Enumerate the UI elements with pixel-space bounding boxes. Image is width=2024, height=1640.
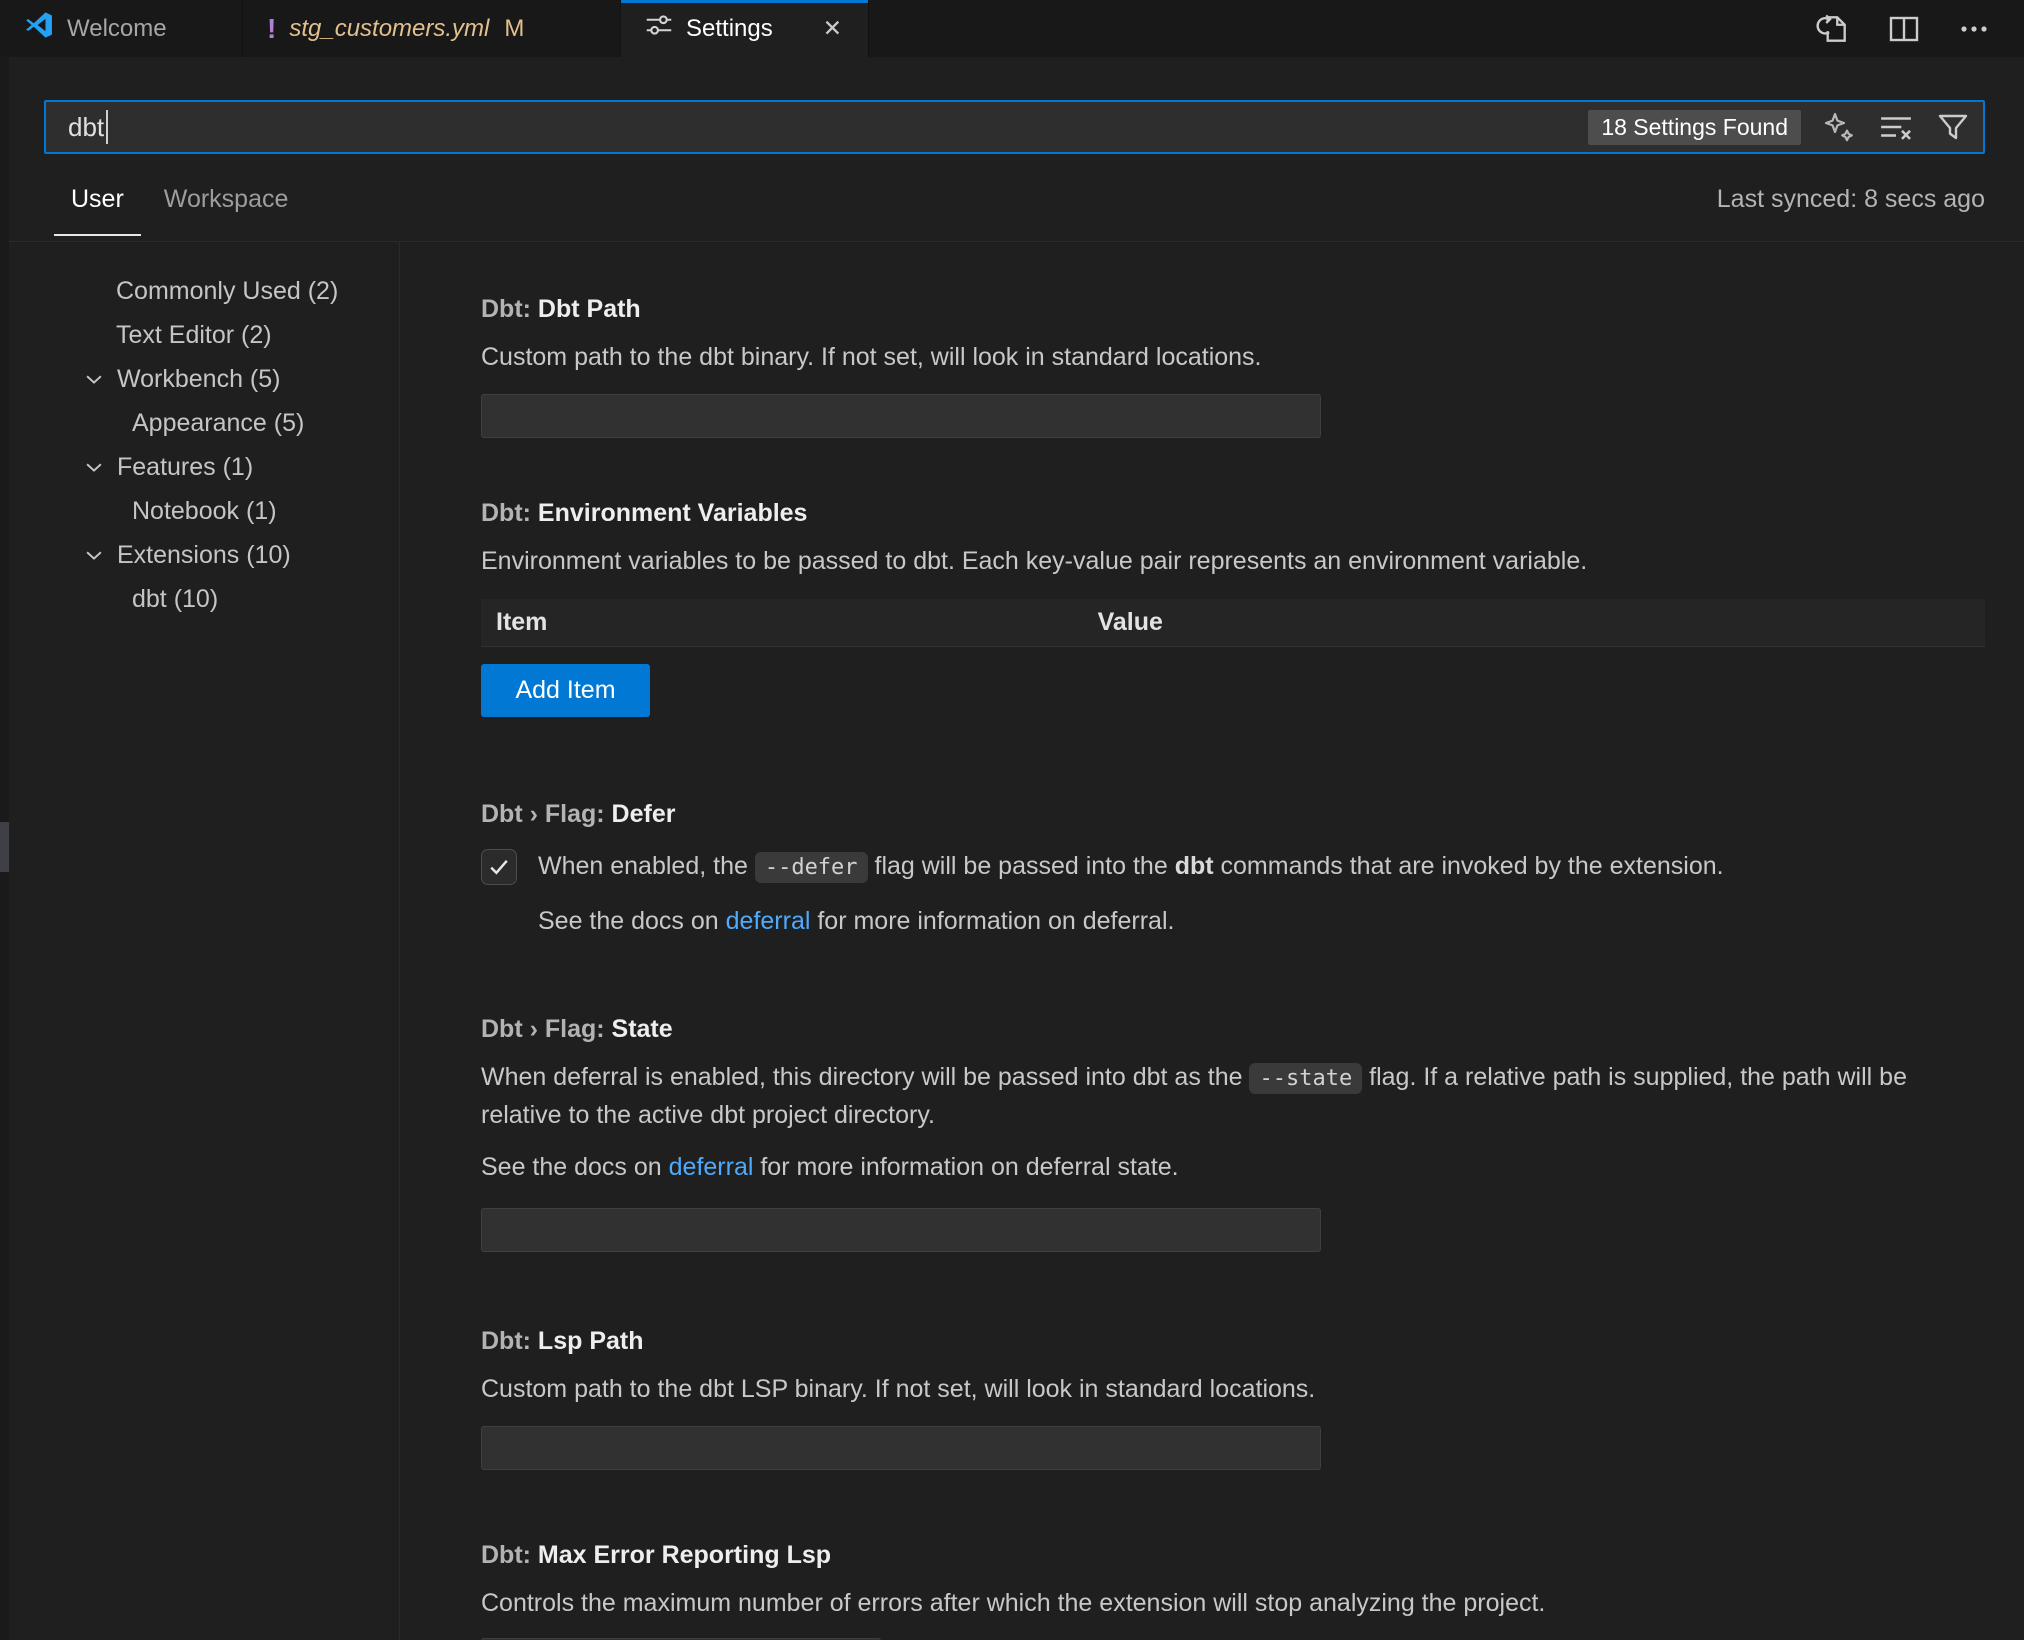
settings-body: Commonly Used (2) Text Editor (2) Workbe… [0, 241, 2024, 1640]
state-path-input[interactable] [481, 1208, 1321, 1252]
state-flag-code: --state [1249, 1063, 1362, 1094]
chevron-down-icon[interactable] [83, 456, 105, 478]
settings-toc: Commonly Used (2) Text Editor (2) Workbe… [0, 242, 400, 1640]
column-header-item: Item [481, 608, 1083, 637]
setting-description: Controls the maximum number of errors af… [481, 1585, 1985, 1622]
tab-settings[interactable]: Settings ✕ [621, 0, 869, 57]
setting-title: Dbt › Flag: Defer [481, 797, 1985, 831]
chevron-down-icon[interactable] [83, 368, 105, 390]
split-editor-icon[interactable] [1886, 11, 1922, 47]
setting-description: When deferral is enabled, this directory… [481, 1059, 1985, 1134]
setting-max-error-reporting-lsp: Dbt: Max Error Reporting Lsp Controls th… [481, 1538, 1985, 1640]
chevron-down-icon[interactable] [83, 544, 105, 566]
deferral-docs-link[interactable]: deferral [669, 1153, 754, 1181]
docs-note: See the docs on deferral for more inform… [538, 903, 1985, 940]
more-actions-icon[interactable] [1956, 11, 1992, 47]
tab-label: Settings [686, 15, 773, 43]
setting-environment-variables: Dbt: Environment Variables Environment v… [481, 496, 1985, 717]
add-item-button[interactable]: Add Item [481, 664, 650, 717]
vscode-logo-icon [24, 10, 54, 47]
setting-title: Dbt: Dbt Path [481, 292, 1985, 326]
setting-description: Environment variables to be passed to db… [481, 543, 1985, 580]
column-header-value: Value [1083, 608, 1985, 637]
setting-dbt-path: Dbt: Dbt Path Custom path to the dbt bin… [481, 292, 1985, 438]
left-scrollbar-gutter [0, 57, 9, 1640]
setting-title: Dbt: Max Error Reporting Lsp [481, 1538, 1985, 1572]
close-tab-icon[interactable]: ✕ [821, 15, 844, 42]
setting-description: Custom path to the dbt binary. If not se… [481, 339, 1985, 376]
git-modified-badge: M [504, 15, 524, 43]
env-vars-table: Item Value [481, 599, 1985, 647]
setting-description: Custom path to the dbt LSP binary. If no… [481, 1371, 1985, 1408]
toc-item-text-editor[interactable]: Text Editor (2) [0, 313, 399, 357]
search-query-text: dbt [68, 112, 104, 143]
tab-stg-customers-yml[interactable]: ! stg_customers.yml M [243, 0, 621, 57]
tab-label: stg_customers.yml [289, 15, 489, 43]
settings-search-input[interactable]: dbt 18 Settings Found [44, 100, 1985, 154]
toc-item-features[interactable]: Features (1) [0, 445, 399, 489]
settings-scope-row: User Workspace Last synced: 8 secs ago [44, 158, 1985, 240]
setting-title: Dbt: Lsp Path [481, 1324, 1985, 1358]
editor-actions [1814, 0, 2024, 57]
setting-description: When enabled, the --defer flag will be p… [538, 846, 1724, 888]
settings-sliders-icon [645, 11, 673, 46]
yaml-file-icon: ! [267, 13, 276, 45]
toc-item-extensions[interactable]: Extensions (10) [0, 533, 399, 577]
toc-item-workbench[interactable]: Workbench (5) [0, 357, 399, 401]
defer-flag-code: --defer [755, 852, 868, 883]
toc-item-notebook[interactable]: Notebook (1) [0, 489, 399, 533]
docs-note: See the docs on deferral for more inform… [481, 1149, 1985, 1186]
editor-tab-bar: Welcome ! stg_customers.yml M Settings ✕ [0, 0, 2024, 57]
setting-flag-defer: Dbt › Flag: Defer When enabled, the --de… [481, 797, 1985, 940]
toc-item-commonly-used[interactable]: Commonly Used (2) [0, 269, 399, 313]
search-controls: 18 Settings Found [1588, 108, 1971, 146]
scope-tab-user[interactable]: User [71, 158, 124, 240]
results-count-badge: 18 Settings Found [1588, 110, 1801, 145]
clear-search-filters-icon[interactable] [1877, 108, 1915, 146]
open-changes-icon[interactable] [1814, 10, 1852, 48]
defer-checkbox-checked[interactable] [481, 849, 517, 885]
last-synced-status: Last synced: 8 secs ago [1717, 185, 1985, 214]
lsp-path-input[interactable] [481, 1426, 1321, 1470]
setting-lsp-path: Dbt: Lsp Path Custom path to the dbt LSP… [481, 1324, 1985, 1470]
env-vars-table-header: Item Value [481, 599, 1985, 647]
filter-funnel-icon[interactable] [1935, 109, 1971, 145]
toc-item-appearance[interactable]: Appearance (5) [0, 401, 399, 445]
scrollbar-thumb[interactable] [0, 822, 9, 872]
scope-tab-workspace[interactable]: Workspace [164, 158, 289, 240]
setting-title: Dbt: Environment Variables [481, 496, 1985, 530]
deferral-docs-link[interactable]: deferral [726, 907, 811, 935]
setting-title: Dbt › Flag: State [481, 1012, 1985, 1046]
setting-flag-state: Dbt › Flag: State When deferral is enabl… [481, 1012, 1985, 1252]
checkbox-row: When enabled, the --defer flag will be p… [481, 846, 1985, 888]
tab-label: Welcome [67, 15, 167, 43]
text-cursor [106, 110, 108, 144]
settings-list: Dbt: Dbt Path Custom path to the dbt bin… [400, 242, 2024, 1640]
dbt-path-input[interactable] [481, 394, 1321, 438]
toc-item-dbt[interactable]: dbt (10) [0, 577, 399, 621]
ai-search-sparkle-icon[interactable] [1821, 109, 1857, 145]
tab-welcome[interactable]: Welcome [0, 0, 243, 57]
